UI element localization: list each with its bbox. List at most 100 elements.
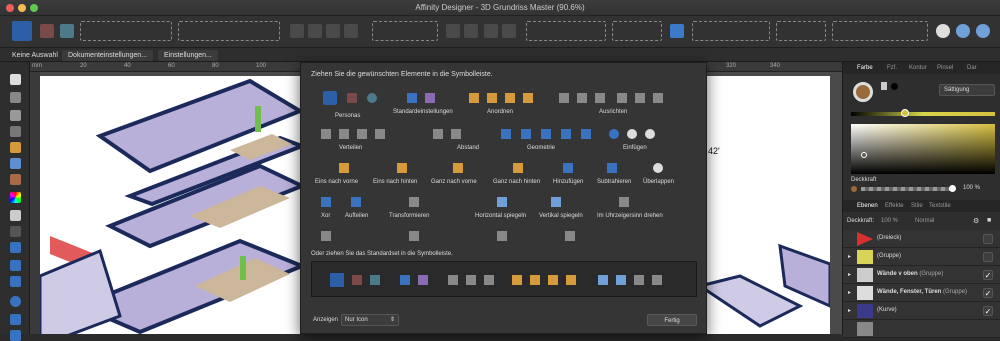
tab-text-styles[interactable]: Textstile — [929, 203, 951, 209]
arrange-icon-2[interactable] — [487, 93, 497, 103]
fill-tool-icon[interactable] — [10, 192, 21, 203]
opacity-value[interactable]: 100 % — [963, 185, 980, 191]
spacing-icon-1[interactable] — [433, 129, 443, 139]
xor-icon[interactable] — [321, 197, 331, 207]
tab-layers[interactable]: Ebenen — [857, 203, 878, 209]
transparency-tool-icon[interactable] — [10, 210, 21, 221]
align-center-icon[interactable] — [577, 93, 587, 103]
layer-visibility-checkbox[interactable]: ✓ — [983, 288, 993, 298]
stroke-style-icon[interactable] — [407, 93, 417, 103]
insert-icon-1[interactable] — [609, 129, 619, 139]
layer-row[interactable]: ▸ Wände, Fenster, Türen (Gruppe) ✓ — [843, 284, 1000, 302]
layer-row[interactable]: (Dreieck) — [843, 230, 1000, 248]
layer-visibility-checkbox[interactable] — [983, 234, 993, 244]
intersect-icon[interactable] — [653, 163, 663, 173]
align-middle-icon[interactable] — [635, 93, 645, 103]
insert-icon-2[interactable] — [627, 129, 637, 139]
settings-button[interactable]: Einstellungen... — [158, 50, 218, 61]
assistant-icon[interactable] — [936, 24, 950, 38]
done-button[interactable]: Fertig — [647, 314, 697, 326]
brush-tool-icon[interactable] — [10, 174, 21, 185]
tab-color[interactable]: Farbe — [857, 65, 873, 71]
minimize-window-button[interactable] — [18, 4, 26, 12]
image-tool-icon[interactable] — [10, 242, 21, 253]
color-picker-handle[interactable] — [861, 152, 867, 158]
distribute-icon-4[interactable] — [375, 129, 385, 139]
close-window-button[interactable] — [6, 4, 14, 12]
default-toolbar-set[interactable] — [311, 261, 697, 297]
layer-visibility-checkbox[interactable]: ✓ — [983, 270, 993, 280]
document-settings-button[interactable]: Dokumenteinstellungen... — [62, 50, 153, 61]
pen-tool-icon[interactable] — [10, 142, 21, 153]
fill-style-icon[interactable] — [425, 93, 435, 103]
fill-stroke-well[interactable] — [853, 82, 873, 102]
layer-row[interactable]: ▸ (Kurve) ✓ — [843, 302, 1000, 320]
corner-tool-icon[interactable] — [10, 110, 21, 121]
more-icon-2[interactable] — [409, 231, 419, 241]
layer-opacity-value[interactable]: 100 % — [881, 218, 898, 224]
align-right-icon[interactable] — [595, 93, 605, 103]
transform-icon[interactable] — [409, 197, 419, 207]
opacity-slider-handle[interactable] — [949, 185, 956, 192]
pixel-persona-icon[interactable] — [347, 93, 357, 103]
view-mode-icon[interactable] — [956, 24, 970, 38]
crop-tool-icon[interactable] — [10, 226, 21, 237]
disclosure-arrow-icon[interactable]: ▸ — [848, 253, 851, 260]
black-color-swatch[interactable] — [891, 83, 898, 90]
export-persona-icon[interactable] — [367, 93, 377, 103]
geometry-divide-icon[interactable] — [581, 129, 591, 139]
disclosure-arrow-icon[interactable]: ▸ — [848, 289, 851, 296]
gradient-tool-icon[interactable] — [10, 276, 21, 287]
tab-swatches[interactable]: Fzf. — [887, 65, 897, 71]
geometry-subtract-icon[interactable] — [521, 129, 531, 139]
disclosure-arrow-icon[interactable]: ▸ — [848, 307, 851, 314]
pixel-persona-icon[interactable] — [40, 24, 54, 38]
arrange-icon-4[interactable] — [523, 93, 533, 103]
shape-tool-icon-2[interactable] — [10, 330, 21, 341]
color-mode-select[interactable]: Sättigung — [939, 84, 995, 96]
more-icon-4[interactable] — [565, 231, 575, 241]
designer-persona-icon[interactable] — [12, 21, 32, 41]
to-back-icon[interactable] — [513, 163, 523, 173]
lock-icon[interactable]: ■ — [987, 217, 991, 224]
shape-tool-icon[interactable] — [10, 314, 21, 325]
export-persona-icon[interactable] — [60, 24, 74, 38]
insert-icon-3[interactable] — [645, 129, 655, 139]
align-left-icon[interactable] — [559, 93, 569, 103]
disclosure-arrow-icon[interactable]: ▸ — [848, 271, 851, 278]
geometry-add-icon[interactable] — [501, 129, 511, 139]
eyedropper-icon[interactable] — [881, 82, 887, 90]
node-tool-icon[interactable] — [10, 92, 21, 103]
align-top-icon[interactable] — [617, 93, 627, 103]
align-bottom-icon[interactable] — [653, 93, 663, 103]
tab-styles[interactable]: Stile — [911, 203, 923, 209]
show-select[interactable]: Nur Icon ⇕ — [341, 314, 399, 326]
ellipse-tool-icon[interactable] — [10, 296, 21, 307]
spacing-icon-2[interactable] — [451, 129, 461, 139]
pencil-tool-icon[interactable] — [10, 158, 21, 169]
hue-slider-handle[interactable] — [901, 109, 909, 117]
gear-icon[interactable]: ⚙ — [973, 217, 979, 225]
tab-stroke[interactable]: Kontur — [909, 65, 927, 71]
more-icon-3[interactable] — [497, 231, 507, 241]
subtract-icon[interactable] — [607, 163, 617, 173]
layer-row[interactable]: ▸ (Gruppe) — [843, 248, 1000, 266]
distribute-icon-2[interactable] — [339, 129, 349, 139]
distribute-icon-1[interactable] — [321, 129, 331, 139]
geometry-xor-icon[interactable] — [561, 129, 571, 139]
tab-effects[interactable]: Effekte — [885, 203, 904, 209]
to-front-icon[interactable] — [453, 163, 463, 173]
flip-horizontal-icon[interactable] — [446, 24, 460, 38]
view-mode-icon-2[interactable] — [976, 24, 990, 38]
rectangle-tool-icon[interactable] — [10, 260, 21, 271]
rotate-clockwise-icon[interactable] — [619, 197, 629, 207]
designer-persona-icon[interactable] — [323, 91, 337, 105]
opacity-slider[interactable] — [861, 185, 956, 192]
toolbar-icon[interactable] — [502, 24, 516, 38]
divide-icon[interactable] — [351, 197, 361, 207]
point-transform-icon[interactable] — [10, 126, 21, 137]
layer-visibility-checkbox[interactable] — [983, 252, 993, 262]
flip-vertical-icon[interactable] — [464, 24, 478, 38]
rotate-icon[interactable] — [484, 24, 498, 38]
arrange-icon-1[interactable] — [469, 93, 479, 103]
